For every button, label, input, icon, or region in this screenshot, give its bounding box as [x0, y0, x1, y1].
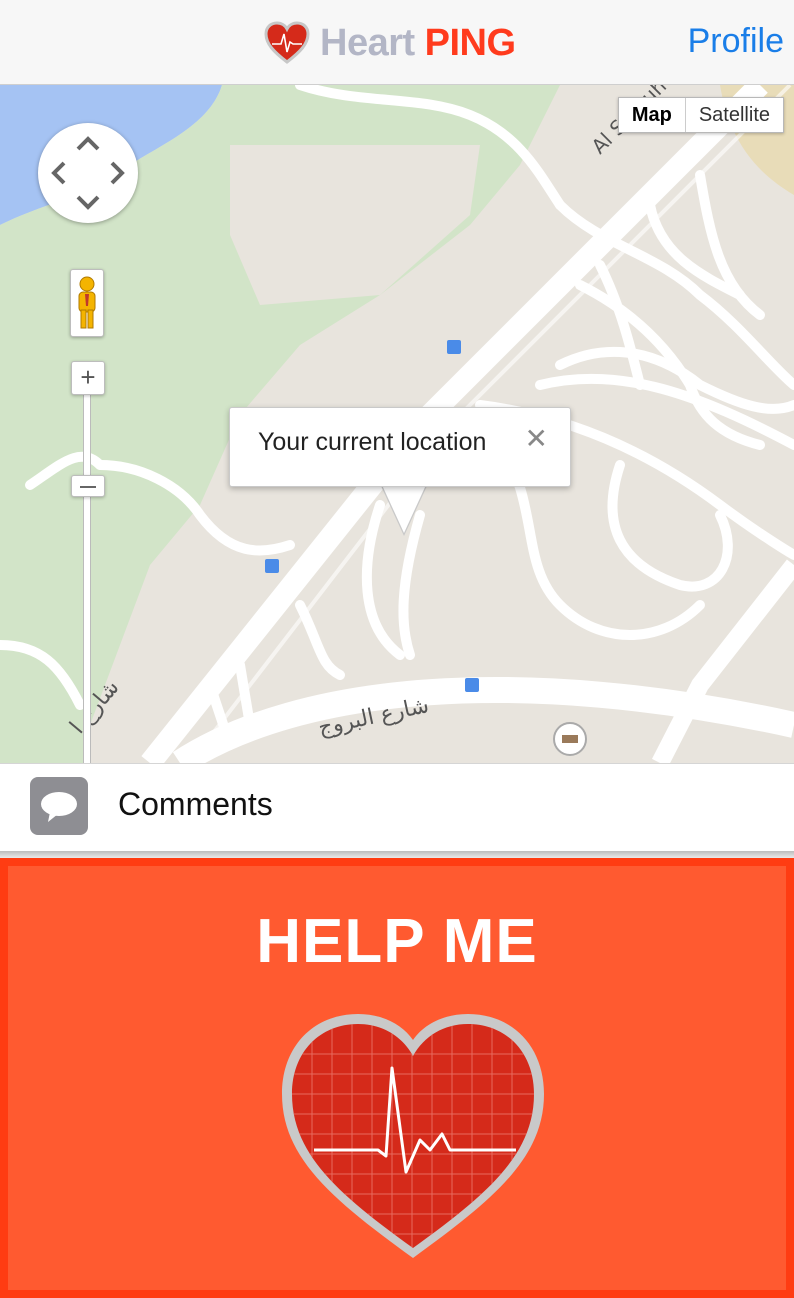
- map-type-satellite-button[interactable]: Satellite: [686, 98, 783, 132]
- heart-ecg-icon: [264, 20, 310, 66]
- help-me-button[interactable]: HELP ME: [0, 858, 794, 1298]
- map-type-control: Map Satellite: [617, 97, 784, 133]
- app-logo: Heart PING: [264, 18, 516, 68]
- chat-bubble-icon: [30, 777, 88, 835]
- location-map[interactable]: Al Sufouh شارع البروج شارع ا Map Satelli…: [0, 85, 794, 763]
- comments-label: Comments: [118, 786, 273, 822]
- logo-word-ping: PING: [424, 21, 516, 64]
- heart-ecg-icon: [278, 1004, 548, 1268]
- info-window-pointer: [382, 485, 426, 533]
- zoom-slider-track[interactable]: [83, 395, 91, 763]
- comments-bar[interactable]: Comments: [0, 763, 794, 851]
- info-window: Your current location ✕: [229, 407, 571, 487]
- info-window-text: Your current location: [258, 428, 487, 456]
- map-type-map-button[interactable]: Map: [619, 98, 686, 132]
- pegman-icon[interactable]: [70, 269, 104, 337]
- close-icon[interactable]: ✕: [525, 422, 548, 455]
- help-me-title: HELP ME: [256, 907, 538, 976]
- profile-link[interactable]: Profile: [688, 22, 784, 61]
- pan-control-icon[interactable]: [38, 123, 138, 223]
- app-header: Heart PING Profile: [0, 0, 794, 85]
- zoom-in-button[interactable]: +: [71, 361, 105, 395]
- zoom-slider-handle[interactable]: [71, 475, 105, 497]
- logo-word-heart: Heart: [320, 21, 415, 64]
